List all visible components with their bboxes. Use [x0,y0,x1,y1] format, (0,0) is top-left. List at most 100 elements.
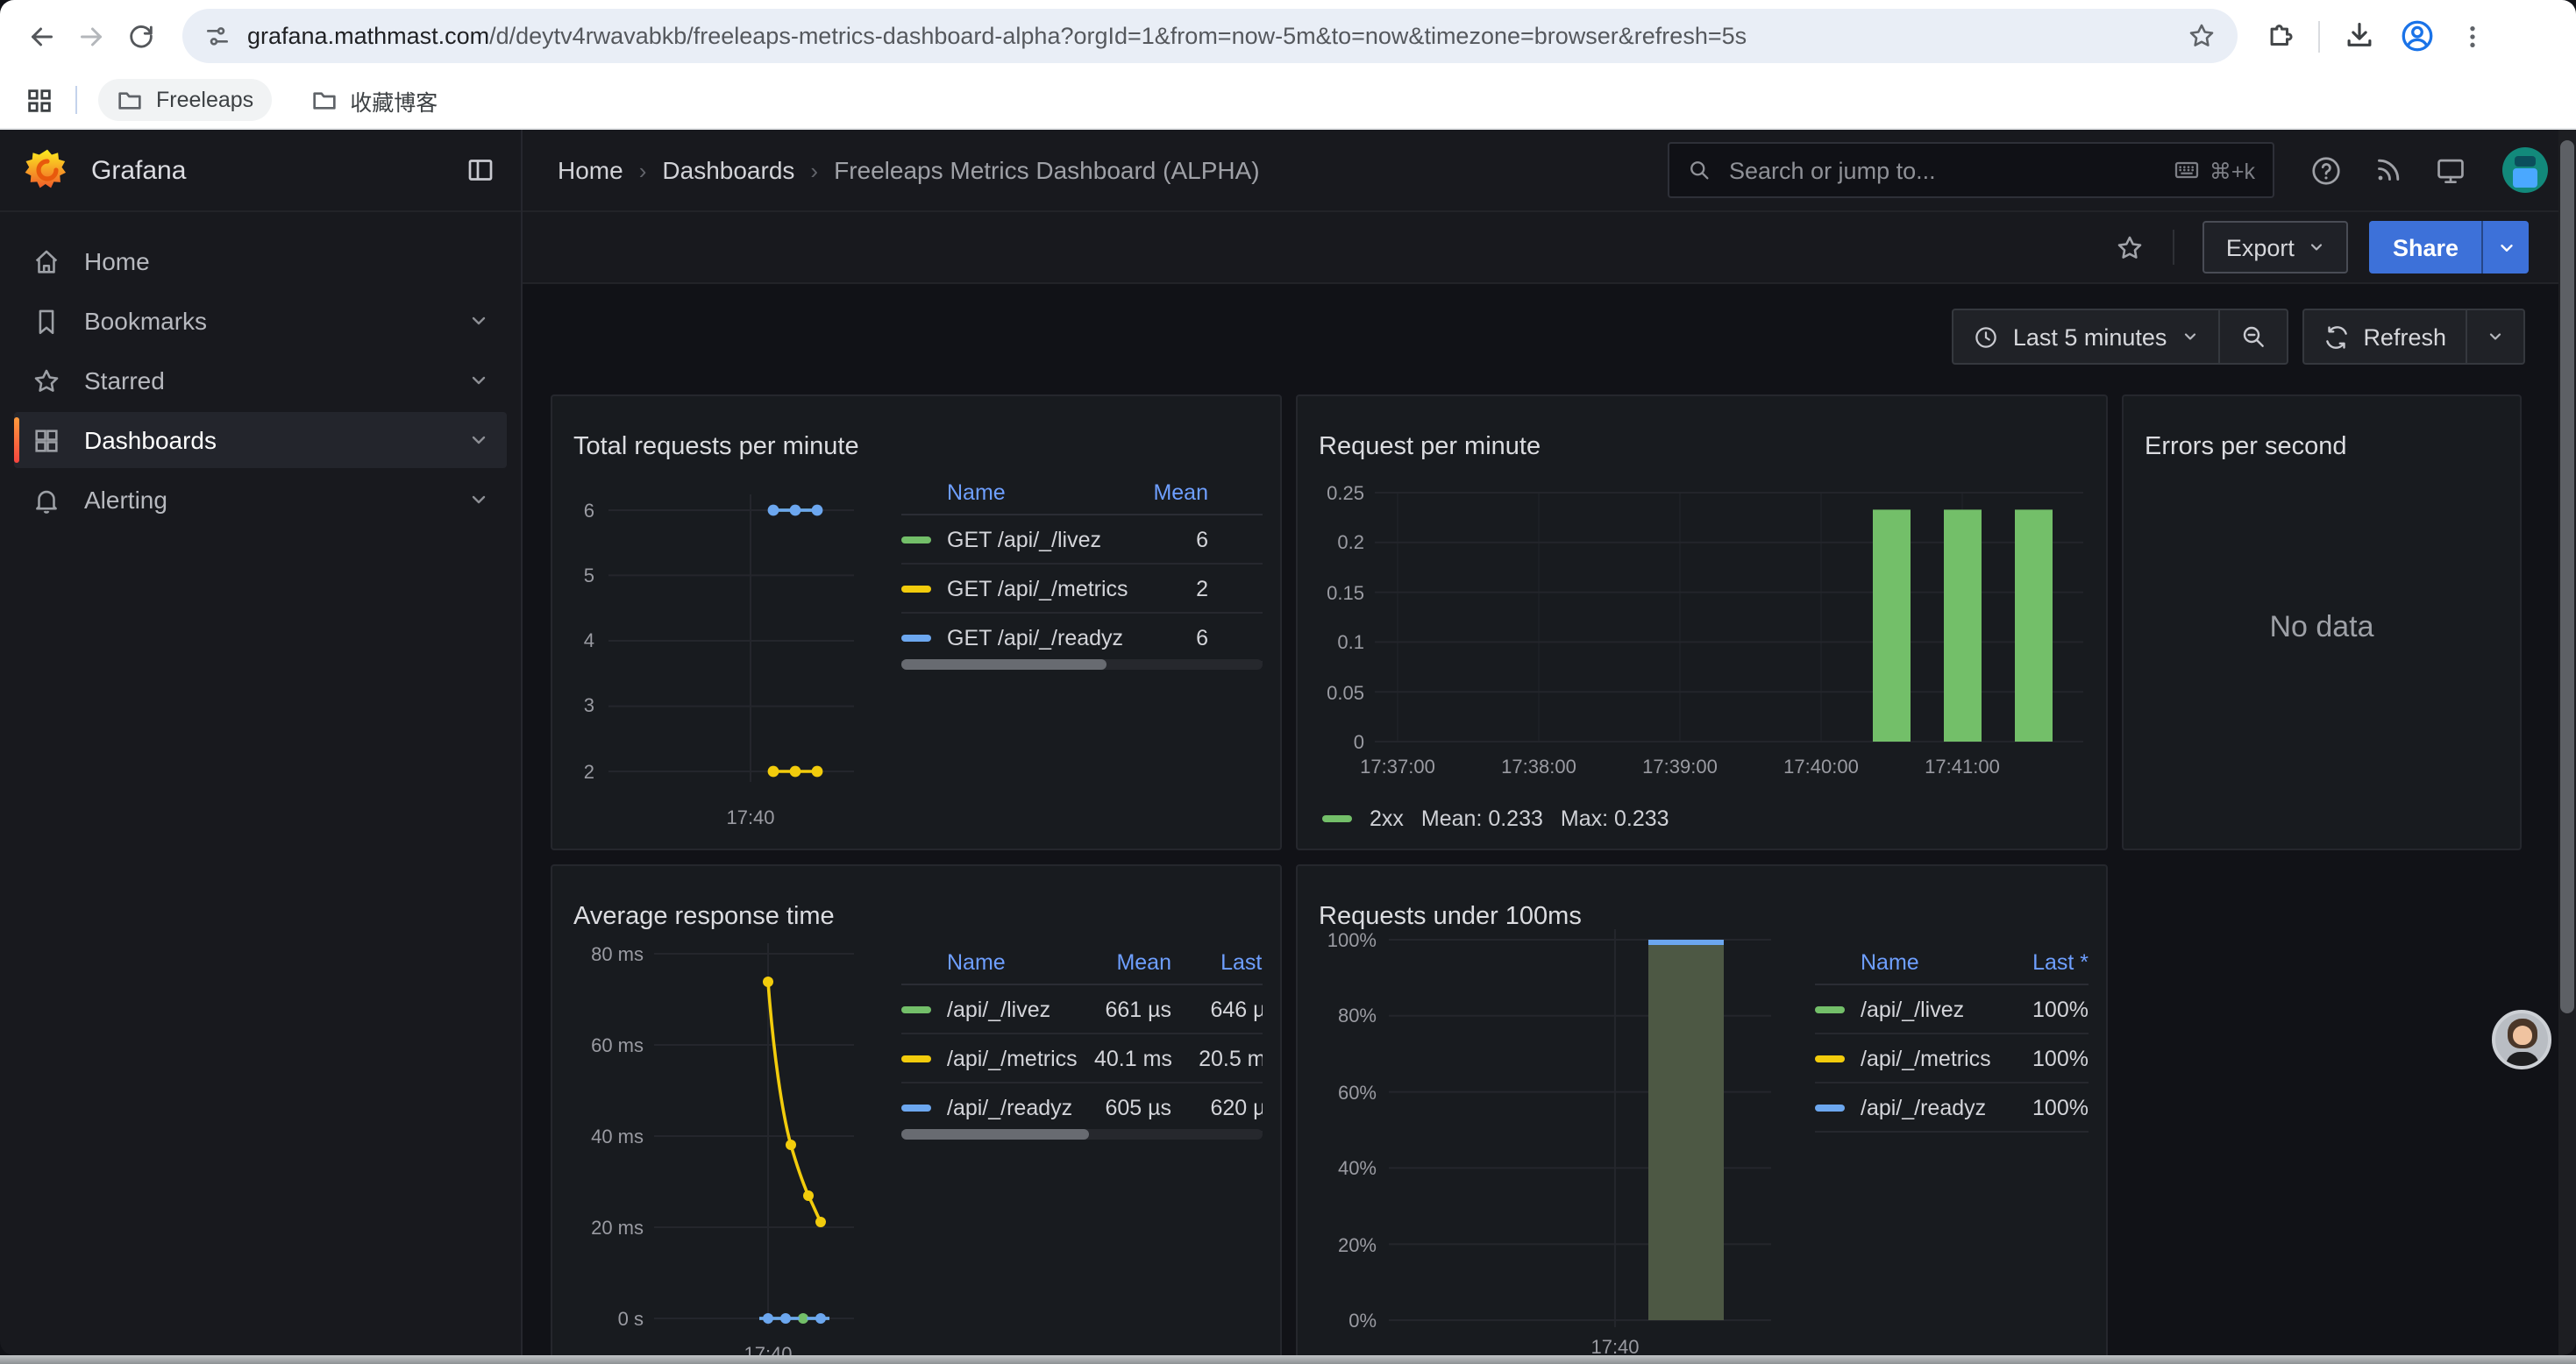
forward-button[interactable] [67,11,116,60]
bookmarks-divider [75,86,77,114]
series-name[interactable]: /api/_/livez [1861,997,2018,1021]
breadcrumb-home[interactable]: Home [558,156,623,184]
series-name[interactable]: GET /api/_/livez [947,527,1129,551]
series-name[interactable]: GET /api/_/metrics [947,576,1129,600]
share-button[interactable]: Share [2370,221,2481,274]
time-range-picker[interactable]: Last 5 minutes [1953,310,2218,363]
legend-col-mean[interactable]: Mean [1129,480,1208,504]
legend-col-mean[interactable]: Mean [1094,949,1171,974]
refresh-label: Refresh [2363,323,2446,350]
screen: grafana.mathmast.com/d/deytv4rwavabkb/fr… [0,0,2576,1362]
chevron-down-icon[interactable] [468,430,489,451]
dashboards-grid-icon [32,425,61,455]
refresh-button[interactable]: Refresh [2303,310,2466,363]
series-name[interactable]: GET /api/_/readyz [947,625,1129,650]
svg-text:0.15: 0.15 [1327,582,1364,604]
downloads-icon[interactable] [2343,19,2376,53]
legend-col-name[interactable]: Name [947,480,1129,504]
sidebar-header: Grafana [0,130,521,212]
star-icon [32,366,61,395]
series-name[interactable]: /api/_/metrics [947,1046,1094,1070]
refresh-interval-dropdown[interactable] [2467,310,2523,363]
svg-text:17:40: 17:40 [726,806,774,828]
legend-scrollbar[interactable] [901,1129,1263,1140]
svg-text:60 ms: 60 ms [591,1034,644,1056]
home-icon [32,246,61,276]
legend-col-last[interactable]: Last * [2018,949,2089,974]
profile-icon[interactable] [2399,18,2436,54]
legend-row[interactable]: /api/_/readyz 100% [1815,1083,2089,1133]
browser-menu-kebab-icon[interactable] [2459,22,2487,50]
breadcrumb-dashboards[interactable]: Dashboards [662,156,794,184]
legend-row[interactable]: /api/_/readyz 605 µs 620 µs [901,1083,1263,1133]
series-mean: 605 µs [1094,1095,1171,1119]
breadcrumb: Home › Dashboards › Freeleaps Metrics Da… [558,156,1260,184]
sidebar-collapse-button[interactable] [465,154,496,186]
series-color-pill [901,1006,931,1014]
bookmark-page-star-icon[interactable] [2187,21,2217,51]
scrollbar-thumb[interactable] [901,659,1107,670]
legend-row[interactable]: GET /api/_/metrics 2 [901,565,1263,614]
top-nav: Home › Dashboards › Freeleaps Metrics Da… [523,130,2576,212]
search-input[interactable] [1726,155,2159,185]
bookmark-folder-blogs[interactable]: 收藏博客 [292,76,455,124]
chevron-down-icon[interactable] [468,310,489,331]
export-button[interactable]: Export [2203,221,2349,274]
legend-col-name[interactable]: Name [1861,949,2018,974]
floating-assistant-avatar[interactable] [2492,1010,2551,1069]
legend-row[interactable]: GET /api/_/readyz 6 [901,614,1263,663]
bookmark-folder-freeleaps[interactable]: Freeleaps [98,79,271,121]
legend-col-last[interactable]: Last * [1171,949,1263,974]
help-icon[interactable] [2309,153,2343,187]
series-mean-stat: Mean: 0.233 [1421,806,1543,831]
panel-title[interactable]: Average response time [573,903,835,931]
extensions-icon[interactable] [2262,19,2295,53]
page-scrollbar[interactable] [2558,130,2576,1355]
legend-row[interactable]: GET /api/_/livez 6 [901,515,1263,565]
sidebar-item-starred[interactable]: Starred [14,352,507,408]
chevron-down-icon[interactable] [468,489,489,510]
sidebar-item-alerting[interactable]: Alerting [14,472,507,528]
legend-row[interactable]: /api/_/livez 100% [1815,985,2089,1034]
reload-button[interactable] [116,11,165,60]
chevron-down-icon[interactable] [468,370,489,391]
scrollbar-thumb[interactable] [2560,140,2574,1013]
sidebar-item-dashboards[interactable]: Dashboards [14,412,507,468]
kiosk-monitor-icon[interactable] [2434,153,2467,187]
legend-row[interactable]: /api/_/metrics 100% [1815,1034,2089,1083]
news-rss-icon[interactable] [2373,154,2404,186]
share-dropdown-button[interactable] [2483,221,2529,274]
series-name[interactable]: 2xx [1370,806,1404,831]
panel-title[interactable]: Total requests per minute [573,433,859,461]
user-avatar[interactable] [2502,147,2548,193]
series-mean: 40.1 ms [1094,1046,1171,1070]
legend-row[interactable]: /api/_/livez 661 µs 646 µs [901,985,1263,1034]
toolbar-divider [2318,20,2320,52]
series-name[interactable]: /api/_/readyz [1861,1095,2018,1119]
series-name[interactable]: /api/_/readyz [947,1095,1094,1119]
legend-scrollbar[interactable] [901,659,1263,670]
series-name[interactable]: /api/_/metrics [1861,1046,2018,1070]
sidebar-item-bookmarks[interactable]: Bookmarks [14,293,507,349]
keyboard-icon [2173,156,2201,184]
legend-col-name[interactable]: Name [947,949,1094,974]
favorite-star-button[interactable] [2116,232,2145,262]
zoom-out-button[interactable] [2219,310,2286,363]
apps-grid-icon[interactable] [25,85,54,115]
panel-title[interactable]: Errors per second [2145,433,2347,461]
sidebar-item-label: Starred [84,366,165,394]
address-bar[interactable]: grafana.mathmast.com/d/deytv4rwavabkb/fr… [182,9,2238,63]
shortcut-text: ⌘+k [2210,157,2255,183]
sidebar-item-label: Alerting [84,486,167,514]
legend-row[interactable]: /api/_/metrics 40.1 ms 20.5 ms [901,1034,1263,1083]
legend-table: Name Mean GET /api/_/livez 6 GET [901,470,1263,663]
grafana-logo[interactable] [25,147,70,193]
back-button[interactable] [18,11,67,60]
sidebar-item-home[interactable]: Home [14,233,507,289]
series-name[interactable]: /api/_/livez [947,997,1094,1021]
search-bar[interactable]: ⌘+k [1668,142,2274,198]
site-settings-icon[interactable] [203,22,231,50]
brand-title: Grafana [91,155,186,185]
bar-chart: 100% 80% 60% 40% 20% 0% 17:40 [1319,919,1792,1355]
scrollbar-thumb[interactable] [901,1129,1089,1140]
